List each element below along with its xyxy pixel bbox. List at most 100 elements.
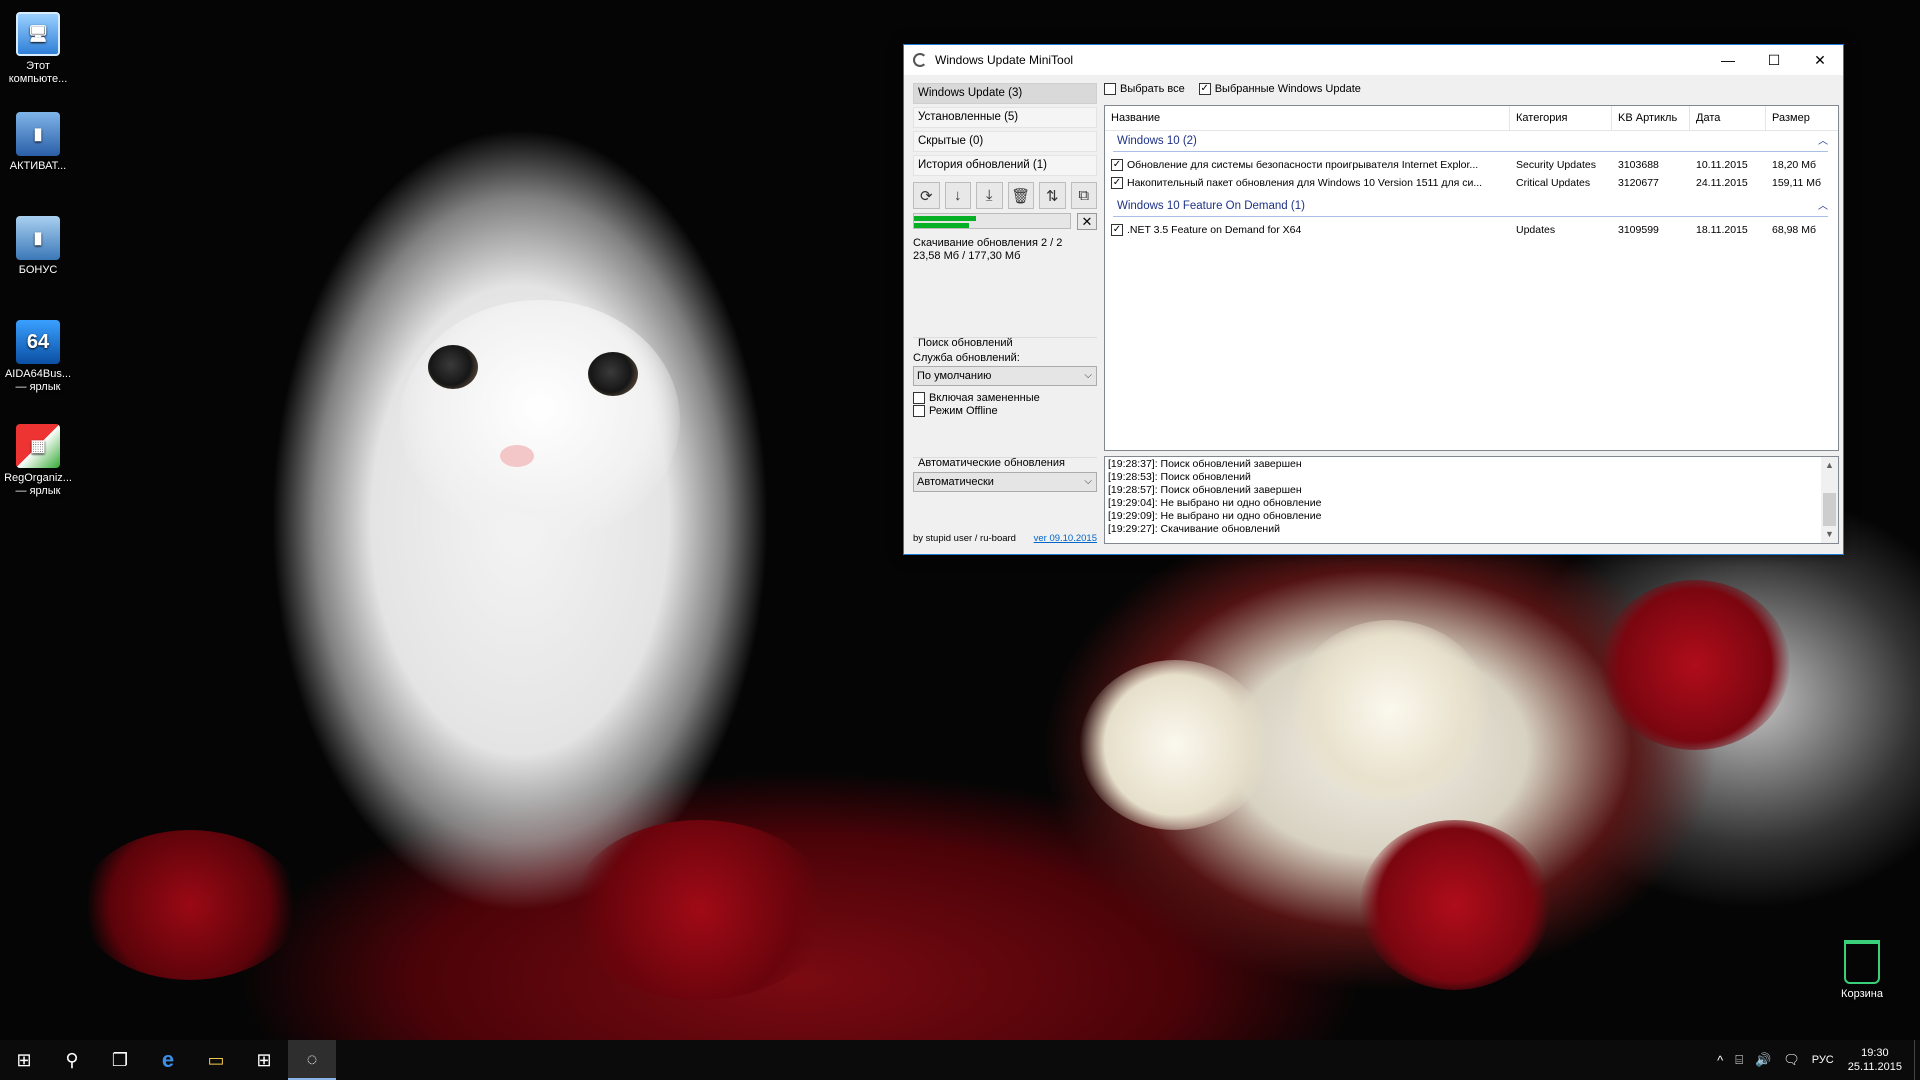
wallpaper-rose	[1290, 620, 1490, 800]
maximize-button[interactable]: ☐	[1751, 45, 1797, 75]
wallpaper-rose	[1360, 820, 1550, 990]
desktop-icon-activator[interactable]: ▮ АКТИВАТ...	[0, 112, 76, 173]
service-select[interactable]: По умолчанию ⌵	[913, 366, 1097, 386]
column-size[interactable]: Размер	[1766, 106, 1838, 130]
edge-icon[interactable]: e	[144, 1040, 192, 1080]
bonus-icon: ▮	[16, 216, 60, 260]
column-name[interactable]: Название	[1105, 106, 1510, 130]
table-row[interactable]: ✓ .NET 3.5 Feature on Demand for X64 Upd…	[1105, 221, 1838, 239]
desktop-icon-label: БОНУС	[18, 264, 58, 276]
download-icon[interactable]: ↓	[944, 182, 971, 209]
computer-icon: 🖥	[16, 12, 60, 56]
task-view-icon[interactable]: ❐	[96, 1040, 144, 1080]
selected-wu-row[interactable]: ✓ Выбранные Windows Update	[1198, 83, 1361, 95]
copy-icon[interactable]: ⧉	[1070, 182, 1097, 209]
offline-mode-row[interactable]: Режим Offline	[913, 405, 1097, 417]
select-all-checkbox[interactable]	[1104, 83, 1116, 95]
nav-hidden[interactable]: Скрытые (0)	[913, 131, 1097, 152]
desktop-icon-recycle-bin[interactable]: Корзина	[1824, 940, 1900, 1001]
log-scrollbar[interactable]: ▲ ▼	[1821, 457, 1838, 543]
windows-start-icon[interactable]: ⊞	[0, 1040, 48, 1080]
nav-windows-update[interactable]: Windows Update (3)	[913, 83, 1097, 104]
log-box[interactable]: [19:28:37]: Поиск обновлений завершен [1…	[1104, 456, 1839, 544]
log-line: [19:29:04]: Не выбрано ни одно обновлени…	[1108, 497, 1322, 509]
select-all-row[interactable]: Выбрать все	[1104, 83, 1185, 95]
row-date: 18.11.2015	[1696, 224, 1748, 236]
current-progress-bar	[914, 223, 969, 228]
column-date[interactable]: Дата	[1690, 106, 1766, 130]
wu-minitool-taskbar-icon[interactable]: ◌	[288, 1040, 336, 1080]
row-checkbox[interactable]: ✓	[1111, 159, 1123, 171]
wallpaper-cat-eye	[428, 345, 478, 389]
title-bar[interactable]: Windows Update MiniTool — ☐ ✕	[904, 45, 1843, 75]
column-kb[interactable]: KB Артикль	[1612, 106, 1690, 130]
network-icon[interactable]: ⌸	[1729, 1052, 1749, 1068]
desktop-icon-label: Корзина	[1841, 988, 1883, 1000]
row-checkbox[interactable]: ✓	[1111, 224, 1123, 236]
desktop-icon-bonus[interactable]: ▮ БОНУС	[0, 216, 76, 277]
desktop-icon-computer[interactable]: 🖥 Этот компьюте...	[0, 12, 76, 86]
wallpaper-rose	[1080, 660, 1270, 830]
desktop-icon-aida64[interactable]: 64 AIDA64Bus... — ярлык	[0, 320, 76, 394]
wallpaper-rose	[80, 830, 300, 980]
include-superseded-row[interactable]: Включая замененные	[913, 392, 1097, 404]
download-size-line: 23,58 Мб / 177,30 Мб	[913, 250, 1021, 262]
volume-icon[interactable]: 🔊	[1749, 1052, 1777, 1068]
progress-area: ✕	[913, 213, 1097, 231]
auto-update-select-value: Автоматически	[917, 476, 994, 488]
delete-icon[interactable]: 🗑	[1007, 182, 1034, 209]
footer: by stupid user / ru-board ver 09.10.2015	[913, 533, 1097, 544]
close-button[interactable]: ✕	[1797, 45, 1843, 75]
minimize-button[interactable]: —	[1705, 45, 1751, 75]
refresh-icon[interactable]: ⟳	[913, 182, 940, 209]
auto-update-group: Автоматические обновления Автоматически …	[913, 457, 1097, 492]
nav-installed[interactable]: Установленные (5)	[913, 107, 1097, 128]
selected-wu-checkbox[interactable]: ✓	[1198, 83, 1211, 95]
table-row[interactable]: ✓ Обновление для системы безопасности пр…	[1105, 156, 1838, 174]
include-superseded-checkbox[interactable]	[913, 392, 925, 404]
file-explorer-icon[interactable]: ▭	[192, 1040, 240, 1080]
row-date: 24.11.2015	[1696, 177, 1748, 189]
chevron-up-icon[interactable]: ^	[1711, 1053, 1729, 1068]
select-all-label: Выбрать все	[1120, 83, 1185, 95]
recycle-bin-icon	[1844, 940, 1880, 984]
table-row[interactable]: ✓ Накопительный пакет обновления для Win…	[1105, 174, 1838, 192]
chevron-up-icon[interactable]: ︿	[1818, 133, 1828, 150]
search-group-title: Поиск обновлений	[918, 337, 1013, 349]
language-indicator[interactable]: РУС	[1806, 1054, 1840, 1066]
chevron-up-icon[interactable]: ︿	[1818, 198, 1828, 215]
install-icon[interactable]: ⤓	[976, 182, 1003, 209]
nav-history[interactable]: История обновлений (1)	[913, 155, 1097, 176]
scroll-thumb[interactable]	[1823, 493, 1836, 526]
row-kb: 3109599	[1618, 224, 1659, 236]
show-desktop-button[interactable]	[1914, 1040, 1920, 1080]
system-tray: ^ ⌸ 🔊 🗨 РУС 19:30 25.11.2015	[1711, 1040, 1920, 1080]
desktop-icon-regorganizer[interactable]: ▦ RegOrganiz... — ярлык	[0, 424, 76, 498]
list-group-feature-on-demand[interactable]: Windows 10 Feature On Demand (1) ︿	[1113, 198, 1828, 217]
row-name-cell: ✓ .NET 3.5 Feature on Demand for X64	[1105, 224, 1510, 236]
wallpaper-rose	[1600, 580, 1790, 750]
column-category[interactable]: Категория	[1510, 106, 1612, 130]
row-kb: 3103688	[1618, 159, 1659, 171]
wallpaper-cat	[400, 300, 680, 540]
auto-update-select[interactable]: Автоматически ⌵	[913, 472, 1097, 492]
app-refresh-icon	[913, 53, 927, 67]
clock-time: 19:30	[1861, 1047, 1889, 1059]
clock[interactable]: 19:30 25.11.2015	[1840, 1046, 1914, 1074]
action-center-icon[interactable]: 🗨	[1777, 1052, 1806, 1068]
offline-mode-checkbox[interactable]	[913, 405, 925, 417]
search-icon[interactable]: ⚲	[48, 1040, 96, 1080]
scroll-up-icon[interactable]: ▲	[1821, 457, 1838, 474]
cancel-download-button[interactable]: ✕	[1077, 213, 1097, 230]
row-checkbox[interactable]: ✓	[1111, 177, 1123, 189]
store-icon[interactable]: ⊞	[240, 1040, 288, 1080]
version-link[interactable]: ver 09.10.2015	[1034, 533, 1097, 544]
log-line: [19:29:27]: Скачивание обновлений	[1108, 523, 1280, 535]
row-name: .NET 3.5 Feature on Demand for X64	[1127, 224, 1302, 236]
scroll-down-icon[interactable]: ▼	[1821, 526, 1838, 543]
wallpaper-cat-eye	[588, 352, 638, 396]
hide-icon[interactable]: ⇅	[1039, 182, 1066, 209]
list-group-windows10[interactable]: Windows 10 (2) ︿	[1113, 133, 1828, 152]
service-label: Служба обновлений:	[913, 352, 1020, 364]
row-category: Critical Updates	[1516, 177, 1591, 189]
